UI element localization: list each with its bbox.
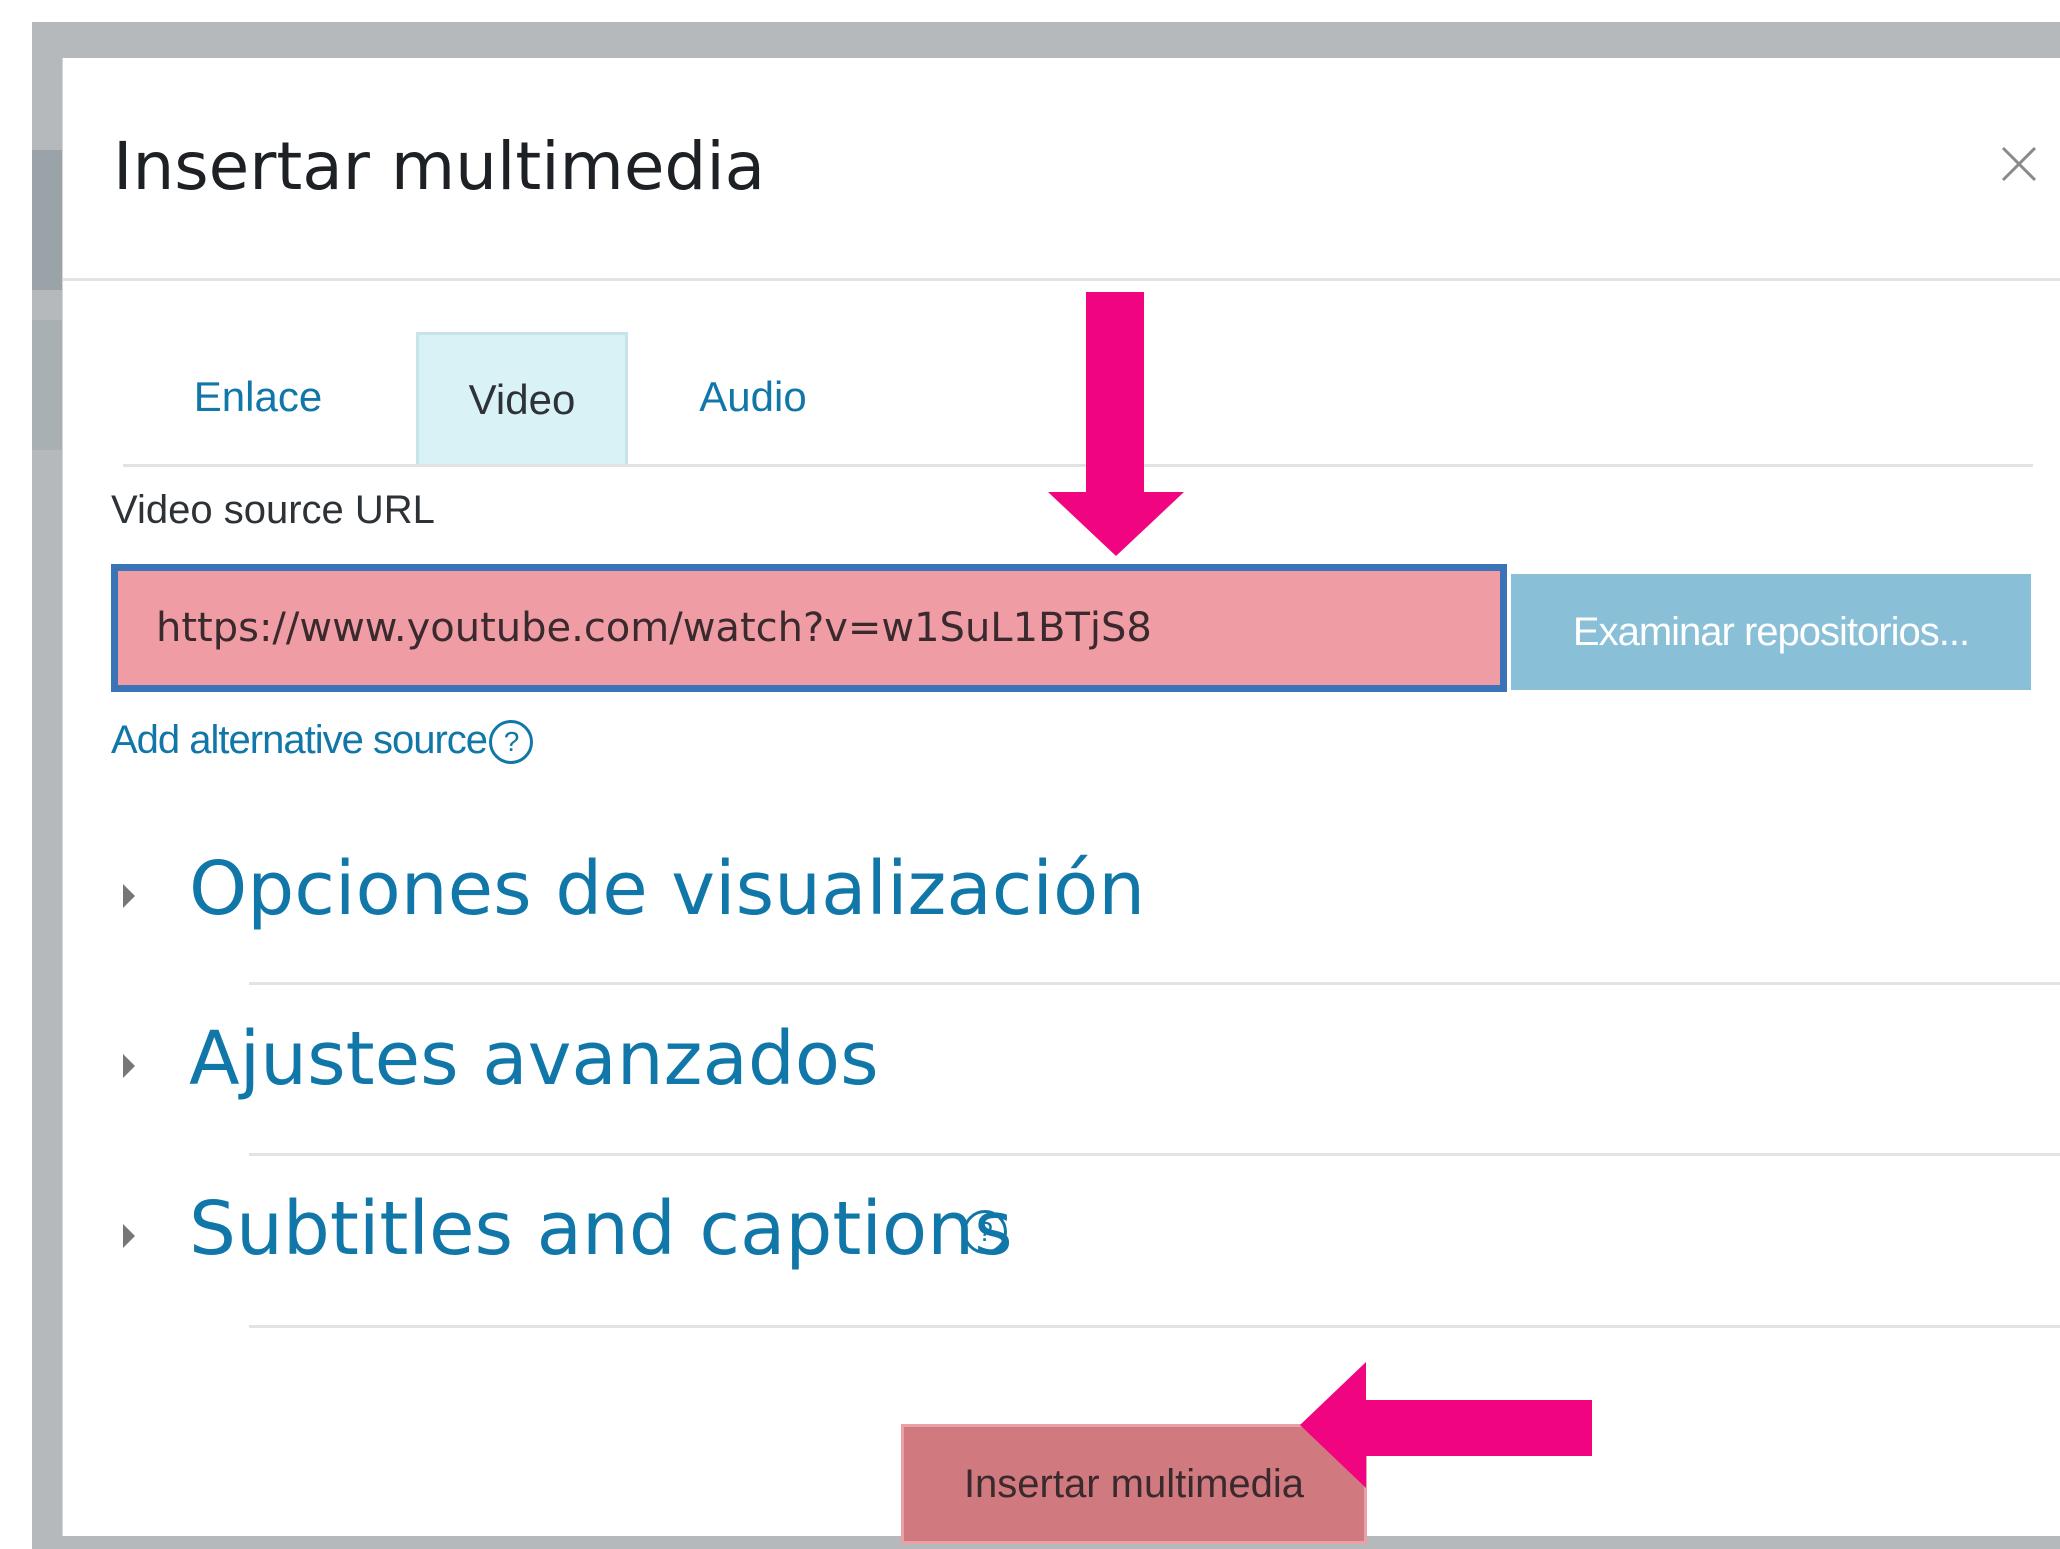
section-subtitles-captions[interactable]: Subtitles and captions ?: [123, 1186, 2060, 1330]
insert-media-dialog: Insertar multimedia Enlace Video Audio V…: [62, 58, 2060, 1544]
caret-right-icon: [123, 1054, 135, 1078]
header-divider: [63, 278, 2060, 281]
close-icon[interactable]: [1993, 138, 2045, 190]
tab-link[interactable]: Enlace: [163, 332, 353, 464]
caret-right-icon: [123, 1224, 135, 1248]
help-icon[interactable]: ?: [963, 1210, 1007, 1254]
section-divider: [249, 982, 2060, 985]
add-alternative-source-link[interactable]: Add alternative source?: [111, 718, 534, 765]
section-advanced-settings[interactable]: Ajustes avanzados: [123, 1016, 2060, 1158]
dialog-title: Insertar multimedia: [113, 128, 766, 205]
tab-video[interactable]: Video: [416, 332, 628, 464]
insert-media-button[interactable]: Insertar multimedia: [901, 1424, 1367, 1544]
section-title: Ajustes avanzados: [189, 1016, 879, 1102]
video-url-input[interactable]: [111, 564, 1507, 692]
section-title: Opciones de visualización: [189, 846, 1146, 932]
add-alternative-source-label: Add alternative source: [111, 718, 488, 762]
browse-repositories-button[interactable]: Examinar repositorios...: [1511, 574, 2031, 690]
caret-right-icon: [123, 884, 135, 908]
help-icon[interactable]: ?: [489, 720, 534, 765]
annotation-arrow-left-icon: [1300, 1362, 1592, 1488]
background-fragment: [32, 320, 62, 450]
section-display-options[interactable]: Opciones de visualización: [123, 846, 2060, 988]
background-fragment: [32, 150, 62, 290]
annotation-arrow-down-icon: [1048, 292, 1184, 556]
video-source-label: Video source URL: [111, 488, 435, 532]
section-divider: [249, 1153, 2060, 1156]
section-divider: [249, 1325, 2060, 1328]
section-title: Subtitles and captions: [189, 1186, 1013, 1272]
tab-audio[interactable]: Audio: [653, 332, 853, 464]
